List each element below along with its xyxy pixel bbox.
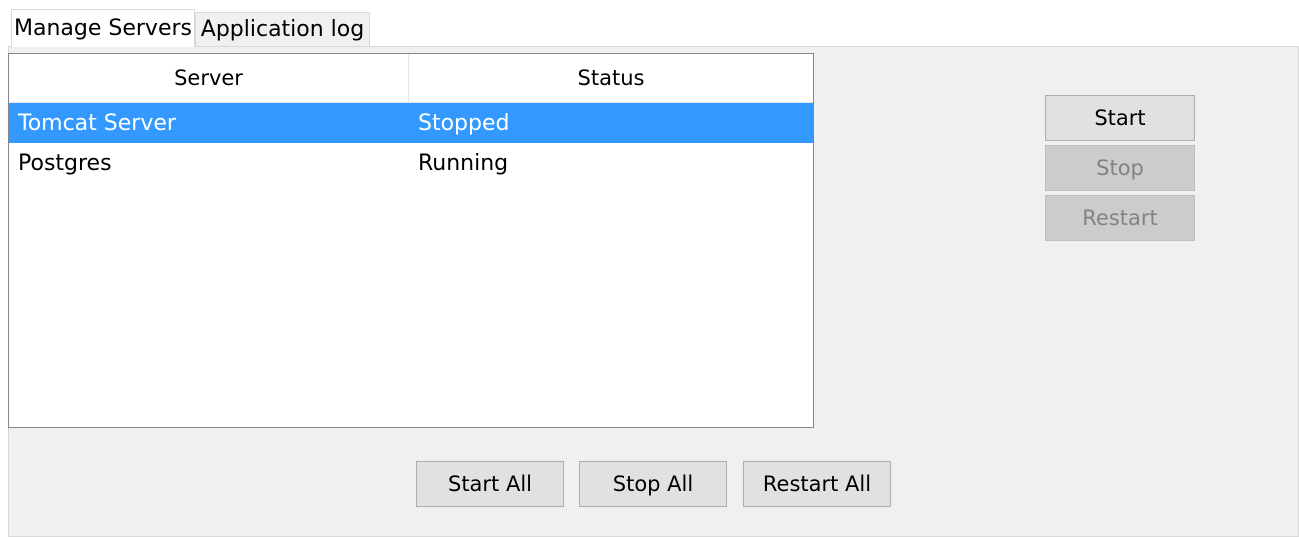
- restart-all-button[interactable]: Restart All: [743, 461, 891, 507]
- table-header: Server Status: [9, 54, 813, 103]
- tab-manage-servers[interactable]: Manage Servers: [11, 9, 195, 47]
- server-manager-window: Manage Servers Application log Server St…: [0, 0, 1299, 537]
- server-status-cell: Stopped: [418, 110, 510, 136]
- stop-all-button[interactable]: Stop All: [579, 461, 727, 507]
- column-header-status[interactable]: Status: [409, 54, 813, 102]
- server-name-cell: Postgres: [18, 150, 112, 176]
- server-status-cell: Running: [418, 150, 509, 176]
- column-header-server[interactable]: Server: [9, 54, 409, 102]
- table-row[interactable]: Postgres Running: [9, 143, 813, 183]
- start-button[interactable]: Start: [1045, 95, 1195, 141]
- server-name-cell: Tomcat Server: [18, 110, 176, 136]
- start-all-button[interactable]: Start All: [416, 461, 564, 507]
- restart-button: Restart: [1045, 195, 1195, 241]
- table-row[interactable]: Tomcat Server Stopped: [9, 103, 813, 143]
- tab-application-log[interactable]: Application log: [195, 12, 370, 47]
- server-table: Server Status Tomcat Server Stopped Post…: [8, 53, 814, 428]
- stop-button: Stop: [1045, 145, 1195, 191]
